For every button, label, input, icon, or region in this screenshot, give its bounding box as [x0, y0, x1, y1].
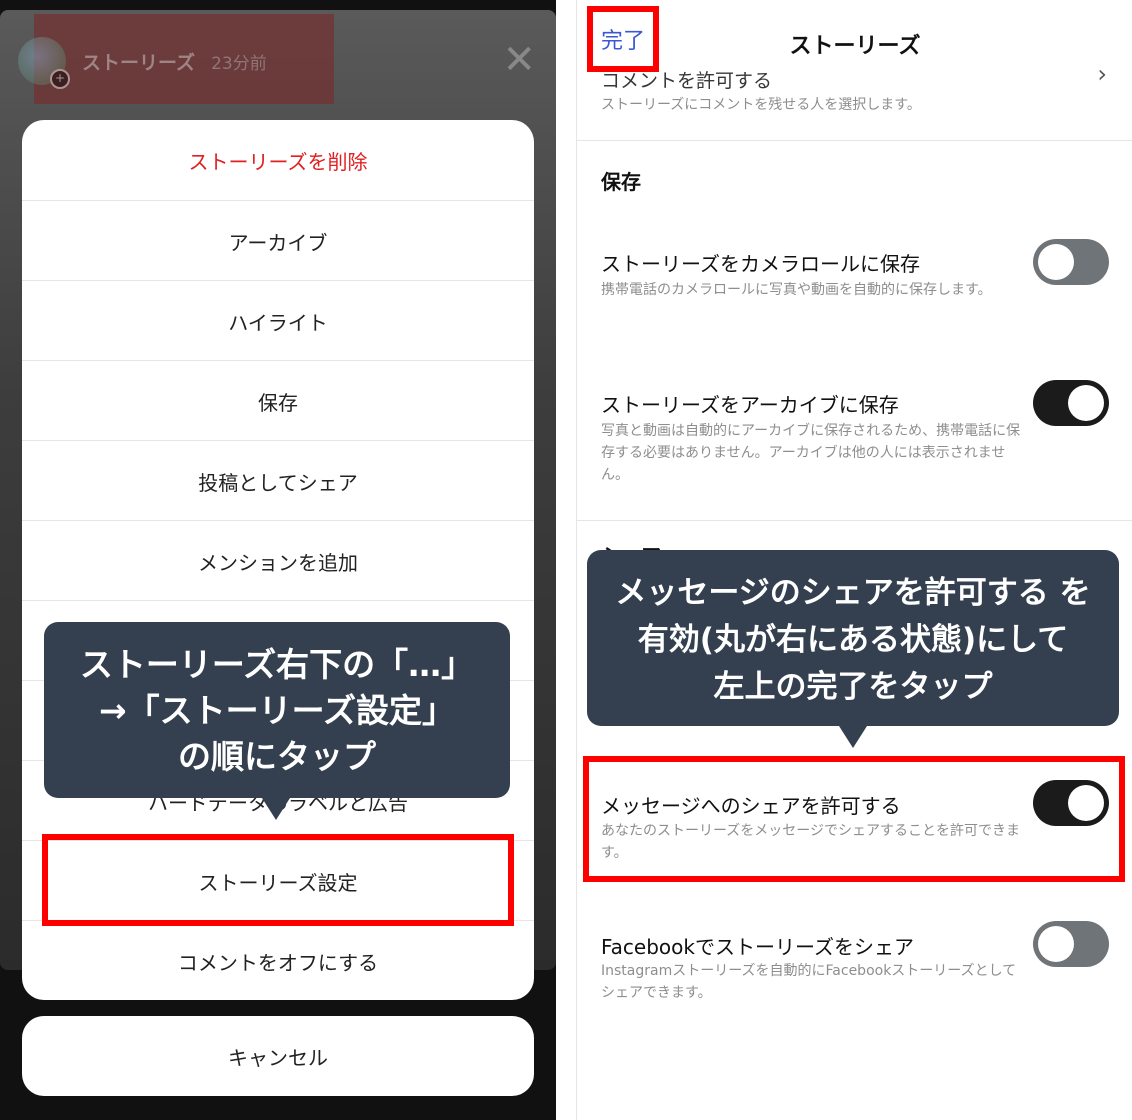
story-header: + ストーリーズ 23分前 [18, 36, 267, 89]
panel-gap [556, 0, 576, 1120]
callout-right: メッセージのシェアを許可する を 有効(丸が右にある状態)にして 左上の完了をタ… [587, 550, 1119, 748]
toggle-knob [1038, 244, 1074, 280]
story-username[interactable]: ストーリーズ [82, 48, 195, 75]
toggle-share-facebook[interactable] [1033, 921, 1109, 967]
callout-line: →「ストーリーズ設定」 [98, 691, 455, 730]
callout-tail [839, 726, 867, 748]
plus-icon: + [50, 69, 70, 89]
row-desc-save-archive: 写真と動画は自動的にアーカイブに保存されるため、携帯電話に保存する必要はありませ… [601, 423, 1021, 483]
row-title-save-archive: ストーリーズをアーカイブに保存 [601, 393, 899, 417]
menu-item-highlight[interactable]: ハイライト [22, 280, 534, 361]
done-button[interactable]: 完了 [587, 6, 659, 72]
menu-item-archive[interactable]: アーカイブ [22, 200, 534, 281]
callout-tail [262, 798, 290, 820]
row-desc-save-camera-roll: 携帯電話のカメラロールに写真や動画を自動的に保存します。 [601, 282, 992, 298]
menu-item-save[interactable]: 保存 [22, 360, 534, 441]
toggle-knob [1038, 926, 1074, 962]
highlight-box-story-settings [42, 834, 514, 926]
toggle-save-archive[interactable] [1033, 380, 1109, 426]
section-title-save: 保存 [601, 170, 641, 194]
avatar[interactable]: + [18, 37, 70, 89]
row-desc-allow-comments: ストーリーズにコメントを残せる人を選択します。 [601, 97, 921, 113]
callout-line: の順にタップ [178, 737, 376, 776]
highlight-box-message-share [583, 756, 1125, 882]
right-panel: コメントを許可する ストーリーズにコメントを残せる人を選択します。 › ストーリ… [576, 0, 1132, 1120]
cancel-button[interactable]: キャンセル [22, 1016, 534, 1096]
toggle-save-camera-roll[interactable] [1033, 239, 1109, 285]
page-title: ストーリーズ [789, 34, 921, 59]
divider [577, 520, 1132, 521]
menu-item-share-as-post[interactable]: 投稿としてシェア [22, 440, 534, 521]
menu-item-add-mention[interactable]: メンションを追加 [22, 520, 534, 601]
callout-line: メッセージのシェアを許可する を [615, 575, 1091, 611]
callout-line: 左上の完了をタップ [713, 669, 993, 705]
menu-item-delete-story[interactable]: ストーリーズを削除 [22, 120, 534, 200]
row-title-save-camera-roll: ストーリーズをカメラロールに保存 [601, 252, 920, 276]
story-time: 23分前 [211, 53, 267, 74]
callout-line: 有効(丸が右にある状態)にして [637, 622, 1069, 658]
divider [577, 140, 1132, 141]
callout-line: ストーリーズ右下の「…」 [79, 645, 475, 684]
callout-left: ストーリーズ右下の「…」 →「ストーリーズ設定」 の順にタップ [44, 622, 510, 820]
toggle-knob [1068, 385, 1104, 421]
row-title-share-facebook: Facebookでストーリーズをシェア [601, 935, 914, 959]
row-desc-share-facebook: Instagramストーリーズを自動的にFacebookストーリーズとしてシェア… [601, 963, 1017, 1001]
nav-bar: ストーリーズ [577, 0, 1132, 70]
left-panel: + ストーリーズ 23分前 ✕ ストーリーズを削除 アーカイブ ハイライト 保存… [0, 0, 556, 1120]
close-icon[interactable]: ✕ [502, 40, 536, 80]
menu-item-turn-off-comments[interactable]: コメントをオフにする [22, 920, 534, 1000]
